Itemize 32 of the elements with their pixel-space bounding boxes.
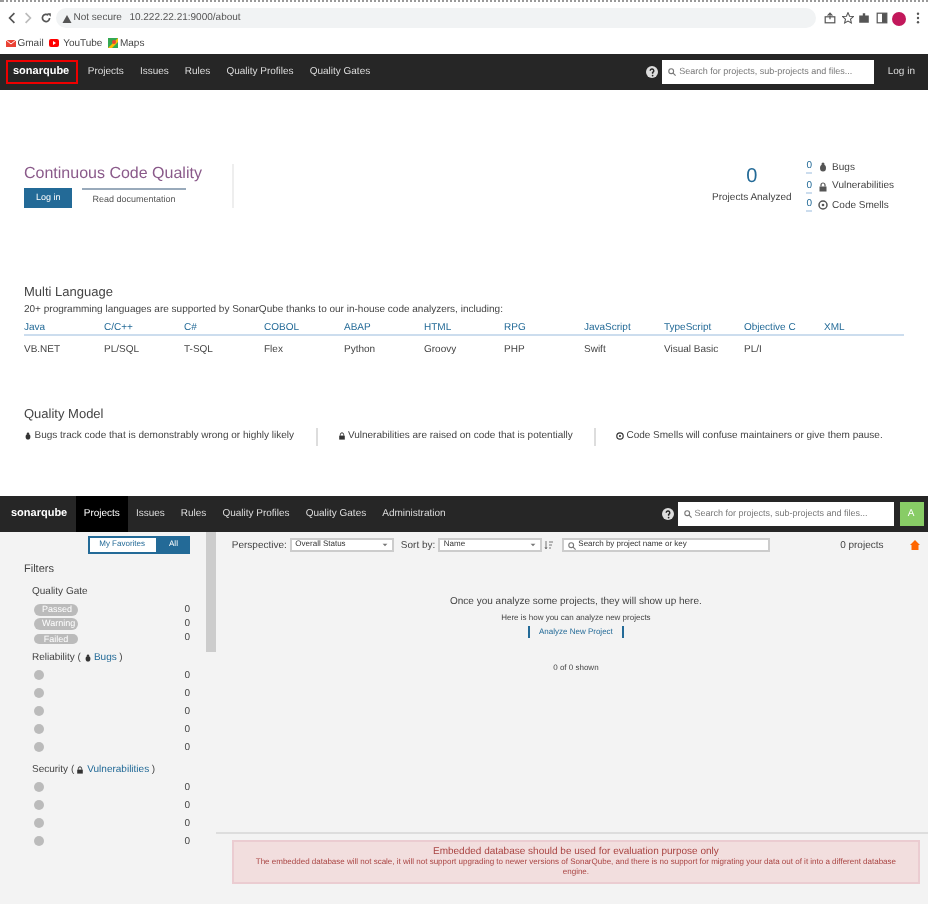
- hero-title: Continuous Code Quality: [24, 163, 202, 183]
- mail-icon: [5, 38, 15, 48]
- projects-count[interactable]: 0: [746, 168, 758, 189]
- sort-order-icon[interactable]: [544, 540, 555, 550]
- back-icon[interactable]: [5, 12, 17, 24]
- share-icon[interactable]: [824, 11, 836, 23]
- warning-icon: [61, 13, 71, 23]
- forward-icon[interactable]: [22, 12, 34, 24]
- lock-icon: [337, 432, 346, 441]
- caret-icon: [529, 542, 536, 548]
- reload-icon[interactable]: [39, 12, 51, 24]
- help-icon[interactable]: [645, 66, 658, 78]
- search-icon: [668, 68, 677, 76]
- map-pin-icon: [107, 38, 118, 48]
- smell-icon: [817, 200, 828, 210]
- bug-icon: [83, 654, 92, 663]
- star-icon[interactable]: [841, 11, 853, 23]
- help-icon[interactable]: [661, 508, 673, 520]
- home-icon[interactable]: [910, 540, 920, 550]
- lock-icon: [76, 766, 85, 775]
- avatar-icon[interactable]: [892, 11, 906, 25]
- scrollbar[interactable]: [205, 532, 216, 652]
- bug-icon: [817, 162, 828, 172]
- lock-icon: [817, 181, 828, 191]
- caret-icon: [381, 542, 388, 548]
- bug-icon: [24, 432, 32, 441]
- sidebar-icon[interactable]: [875, 11, 887, 23]
- play-icon: [48, 38, 61, 48]
- search-icon: [567, 541, 576, 549]
- smell-icon: [615, 432, 624, 441]
- more-icon[interactable]: [911, 11, 923, 23]
- search-icon: [684, 510, 692, 518]
